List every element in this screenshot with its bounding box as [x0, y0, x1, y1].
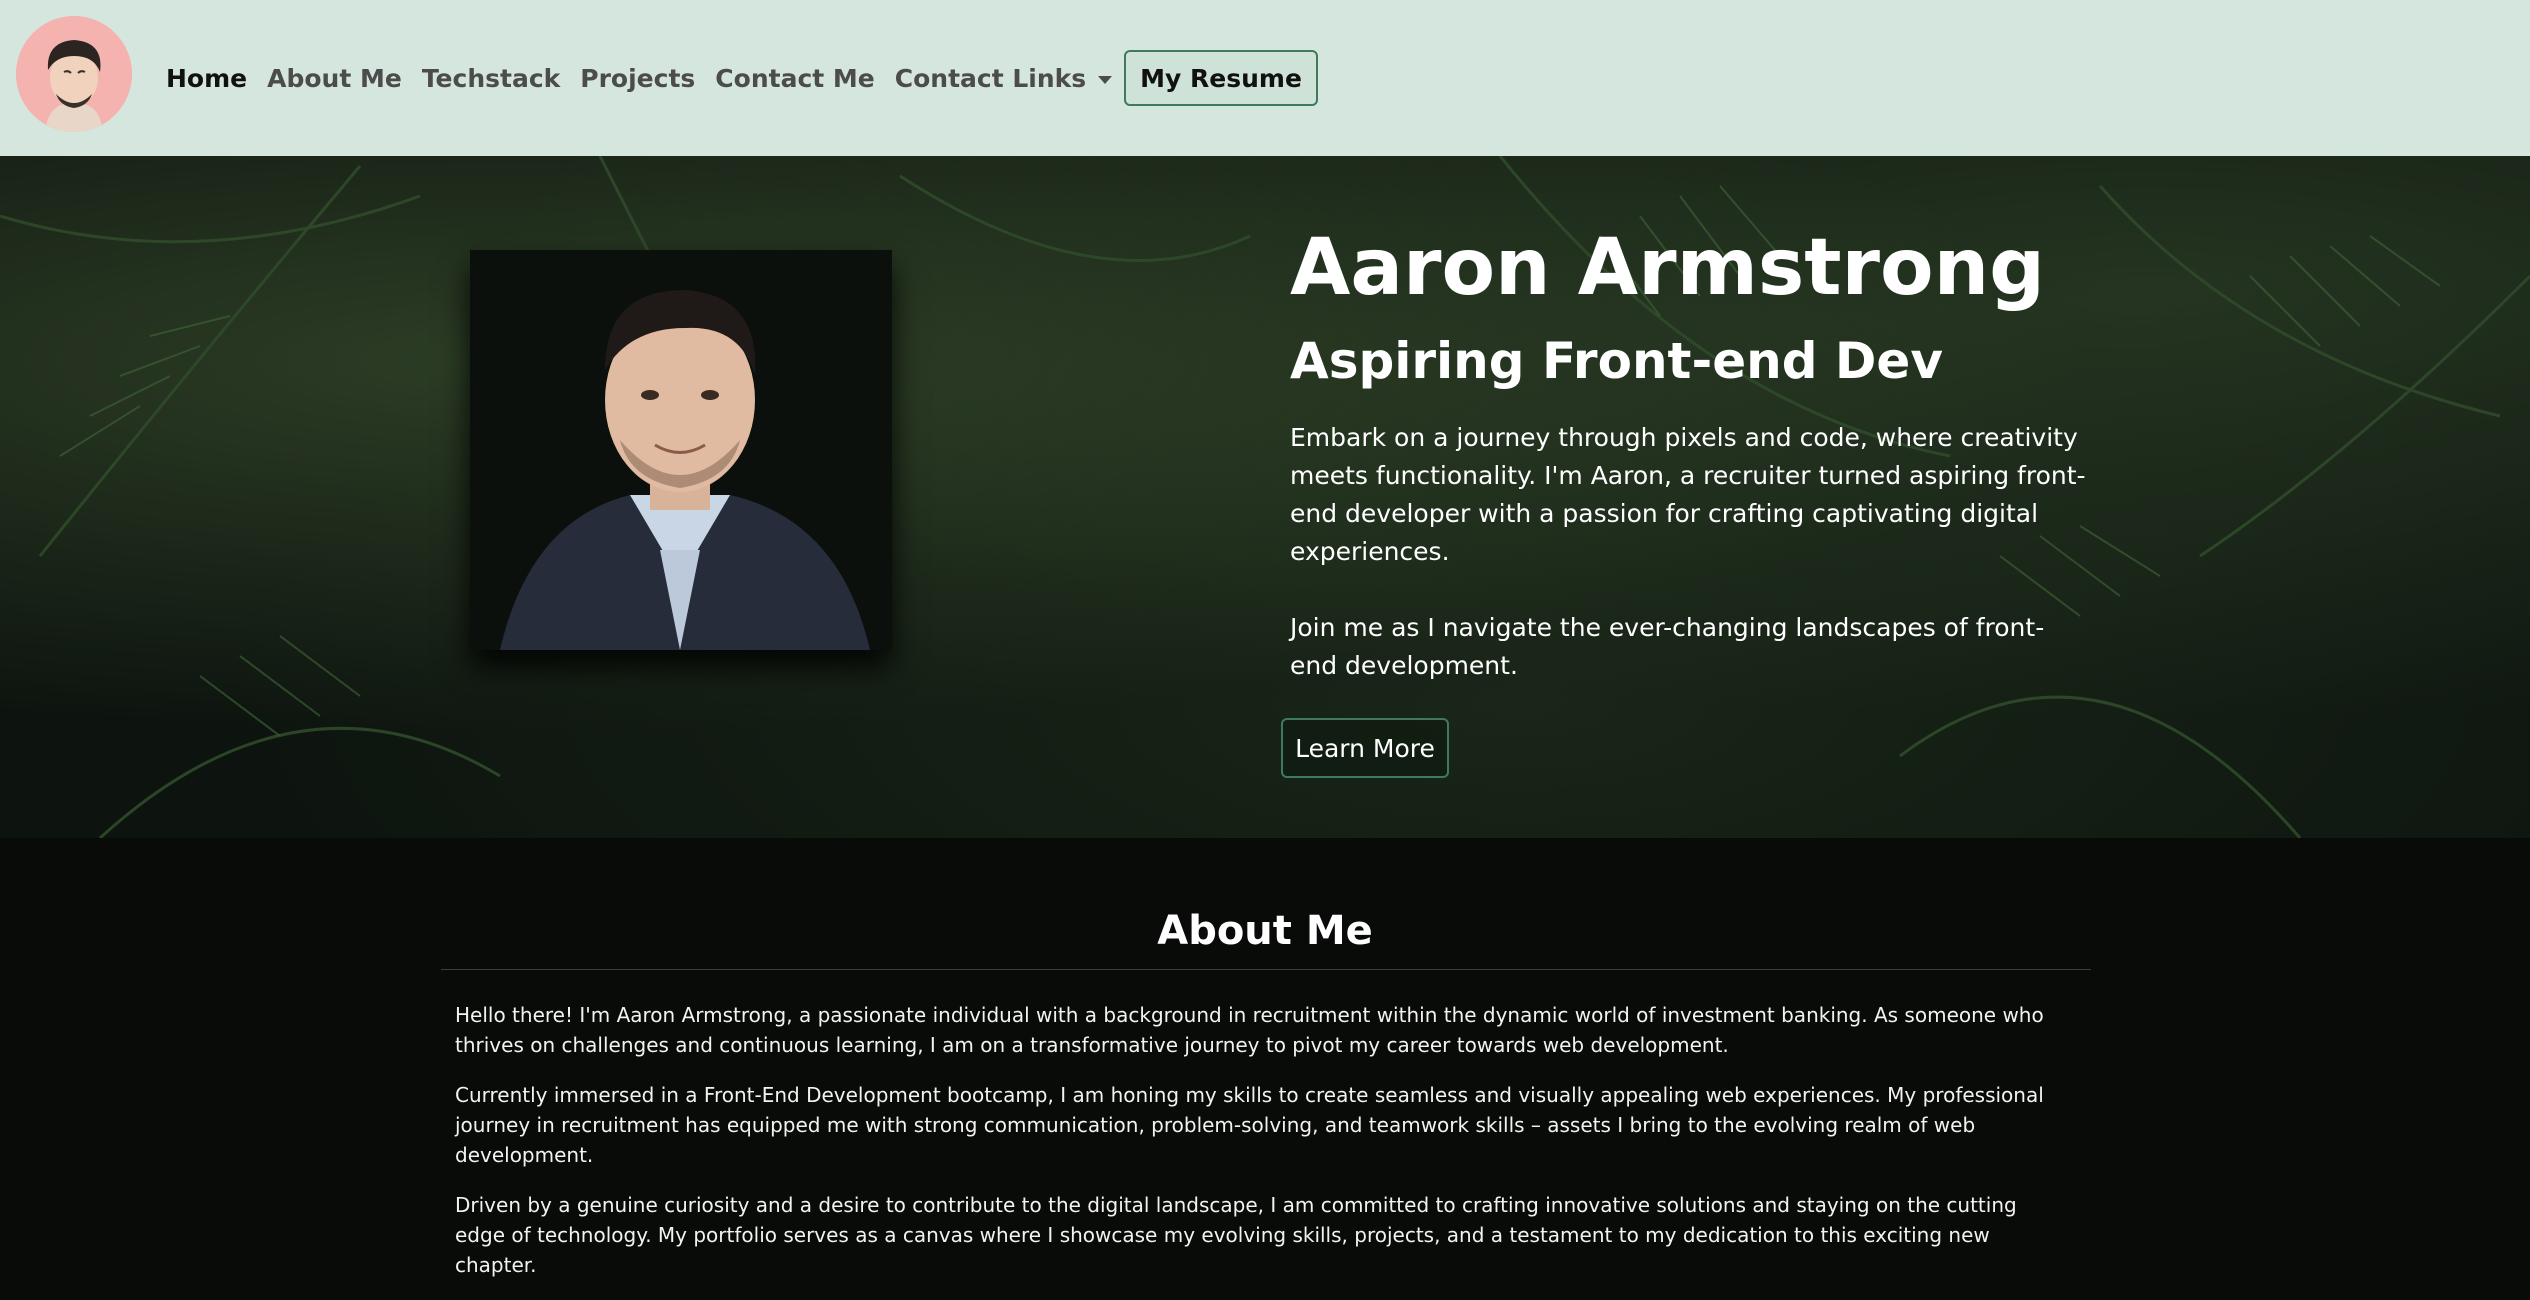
- about-paragraph: Hello there! I'm Aaron Armstrong, a pass…: [455, 1003, 2044, 1057]
- hero-subtitle: Aspiring Front-end Dev: [1290, 331, 1943, 390]
- about-paragraph: Driven by a genuine curiosity and a desi…: [455, 1193, 2017, 1277]
- memoji-avatar-icon: [16, 16, 132, 132]
- nav-link-techstack[interactable]: Techstack: [422, 64, 560, 93]
- hero-section: Aaron Armstrong Aspiring Front-end Dev E…: [0, 156, 2530, 838]
- about-paragraph: Currently immersed in a Front-End Develo…: [455, 1083, 2044, 1167]
- resume-button[interactable]: My Resume: [1124, 50, 1318, 106]
- about-section: About Me Hello there! I'm Aaron Armstron…: [0, 838, 2530, 1277]
- avatar-logo[interactable]: [16, 16, 132, 132]
- hero-invite: Join me as I navigate the ever-changing …: [1290, 612, 2045, 680]
- hero-text: Aaron Armstrong Aspiring Front-end Dev E…: [1290, 223, 2090, 685]
- profile-photo: [470, 250, 892, 650]
- caret-down-icon: [1098, 75, 1113, 84]
- nav-link-contact-me[interactable]: Contact Me: [715, 64, 874, 93]
- nav-link-projects[interactable]: Projects: [580, 64, 695, 93]
- contact-links-label: Contact Links: [894, 63, 1087, 93]
- nav-links: Home About Me Techstack Projects Contact…: [166, 0, 1318, 156]
- hero-name: Aaron Armstrong: [1290, 223, 2045, 313]
- divider: [441, 969, 2091, 970]
- palm-leaves-background: [0, 156, 2530, 838]
- about-heading: About Me: [1157, 908, 1373, 954]
- learn-more-button[interactable]: Learn More: [1281, 718, 1449, 778]
- hero-intro: Embark on a journey through pixels and c…: [1290, 422, 2086, 566]
- contact-links-dropdown[interactable]: Contact Links: [894, 63, 1113, 93]
- nav-link-home[interactable]: Home: [166, 64, 247, 93]
- about-body: Hello there! I'm Aaron Armstrong, a pass…: [455, 1000, 2055, 1300]
- navbar: Home About Me Techstack Projects Contact…: [0, 0, 2530, 156]
- nav-link-about-me[interactable]: About Me: [267, 64, 402, 93]
